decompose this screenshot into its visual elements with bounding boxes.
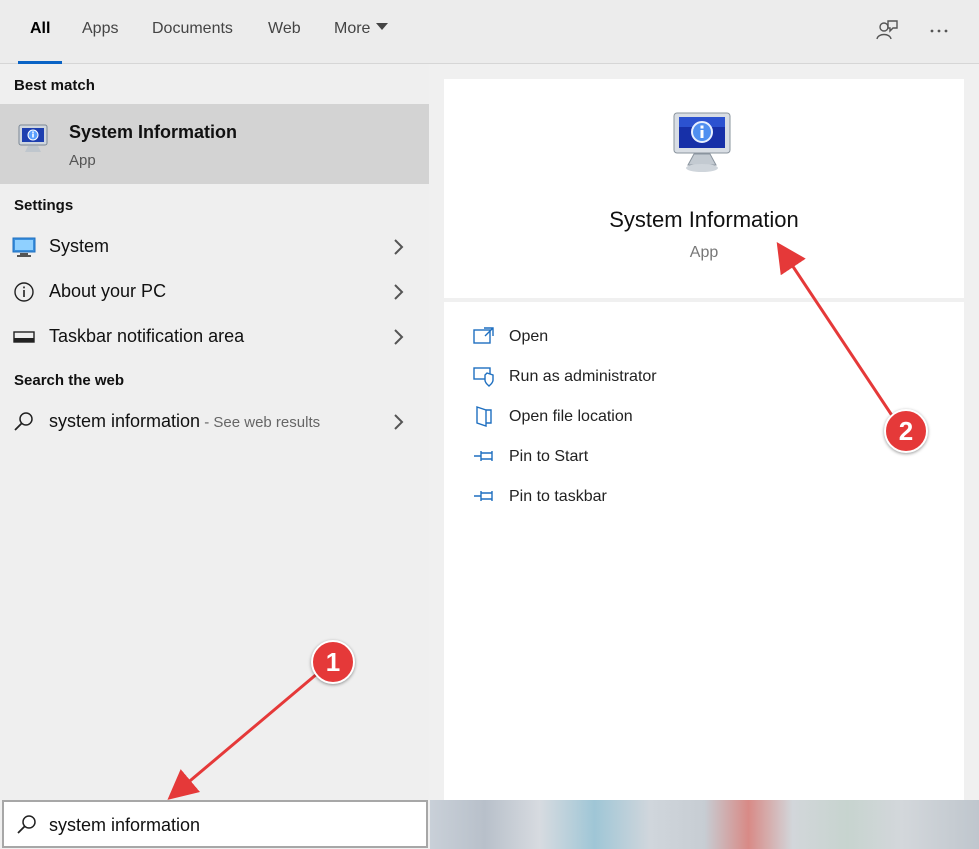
web-result-suffix: - See web results: [200, 414, 321, 431]
chevron-right-icon: [394, 284, 404, 300]
best-match-item[interactable]: System Information App: [0, 104, 429, 184]
action-label: Open: [509, 328, 549, 345]
tab-web[interactable]: Web: [268, 20, 301, 64]
shield-icon: [473, 367, 494, 387]
run-as-admin-action[interactable]: Run as administrator: [472, 362, 872, 392]
action-label: Pin to taskbar: [509, 488, 607, 505]
open-action[interactable]: Open: [472, 322, 872, 352]
chevron-down-icon: [376, 23, 389, 30]
chevron-right-icon: [394, 414, 404, 430]
search-web-heading: Search the web: [14, 372, 125, 389]
tab-all[interactable]: All: [17, 20, 64, 64]
action-label: Pin to Start: [509, 448, 589, 465]
tab-apps[interactable]: Apps: [82, 20, 118, 64]
open-file-location-action[interactable]: Open file location: [472, 402, 872, 432]
best-match-title: System Information: [69, 122, 238, 142]
chevron-right-icon: [394, 239, 404, 255]
settings-heading: Settings: [14, 197, 74, 214]
settings-item-label: Taskbar notification area: [49, 326, 245, 346]
settings-item-label: System: [49, 236, 110, 256]
display-icon: [12, 237, 36, 257]
results-pane: Best match System Information App Settin…: [0, 64, 429, 800]
pin-icon: [474, 491, 493, 501]
pin-icon: [474, 451, 493, 461]
web-result-query: system information: [49, 411, 201, 431]
search-box[interactable]: [2, 800, 428, 848]
monitor-info-icon: [18, 124, 48, 152]
taskbar-icon: [13, 331, 35, 343]
best-match-heading: Best match: [14, 77, 95, 94]
action-label: Open file location: [509, 408, 633, 425]
annotation-badge-1: 1: [311, 640, 355, 684]
settings-item-about-pc[interactable]: About your PC: [0, 270, 429, 314]
web-result-item[interactable]: system information - See web results: [0, 400, 429, 444]
chevron-right-icon: [394, 329, 404, 345]
pin-to-taskbar-action[interactable]: Pin to taskbar: [472, 482, 872, 512]
settings-item-system[interactable]: System: [0, 225, 429, 269]
settings-item-taskbar[interactable]: Taskbar notification area: [0, 315, 429, 359]
folder-icon: [476, 406, 492, 427]
tab-more[interactable]: More: [334, 20, 389, 64]
search-input[interactable]: [49, 811, 409, 839]
search-tab-bar: All Apps Documents Web More: [0, 0, 979, 64]
annotation-badge-2: 2: [884, 409, 928, 453]
app-subtitle: App: [689, 244, 719, 261]
search-icon: [14, 412, 33, 431]
divider: [444, 298, 964, 302]
app-title: System Information: [609, 207, 799, 232]
search-icon: [17, 815, 36, 834]
best-match-subtitle: App: [69, 152, 96, 169]
feedback-icon[interactable]: [874, 18, 900, 44]
pin-to-start-action[interactable]: Pin to Start: [472, 442, 872, 472]
settings-item-label: About your PC: [49, 281, 167, 301]
taskbar-blurred: [430, 800, 979, 849]
tab-documents[interactable]: Documents: [152, 20, 233, 64]
more-options-icon[interactable]: [926, 18, 952, 44]
monitor-info-icon: [673, 112, 731, 172]
info-icon: [14, 282, 34, 302]
open-icon: [473, 327, 494, 344]
tab-more-label: More: [334, 20, 371, 37]
action-label: Run as administrator: [509, 368, 657, 385]
